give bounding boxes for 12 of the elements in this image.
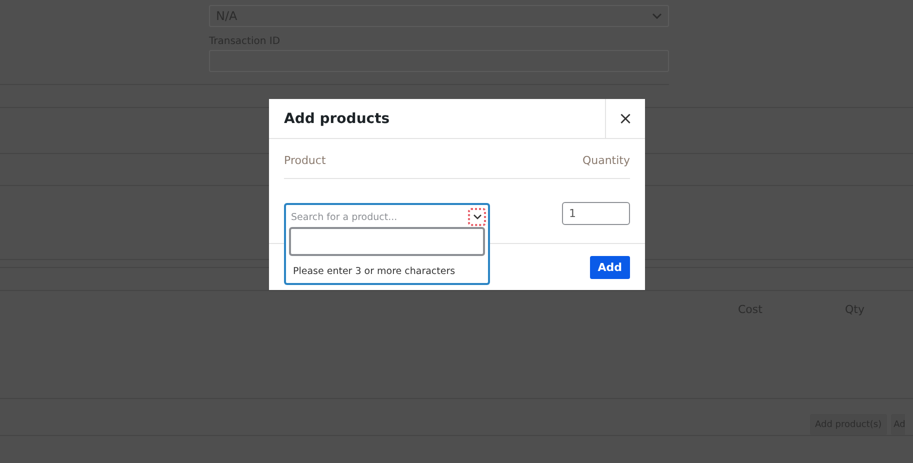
product-select[interactable]: Search for a product...: [284, 203, 490, 229]
dropdown-toggle-button[interactable]: [468, 208, 486, 226]
search-field[interactable]: [289, 227, 485, 256]
chevron-icon: [652, 13, 662, 19]
dropdown-message: Please enter 3 or more characters: [293, 266, 456, 277]
modal-title: Add products: [283, 110, 391, 129]
chevron-icon: [472, 214, 482, 220]
select-placeholder: Search for a product...: [291, 212, 398, 222]
column-header: Product: [284, 154, 326, 167]
quantity-field[interactable]: 1: [562, 202, 630, 225]
add-button[interactable]: Add: [590, 256, 630, 279]
column-header: Quantity: [582, 154, 630, 167]
